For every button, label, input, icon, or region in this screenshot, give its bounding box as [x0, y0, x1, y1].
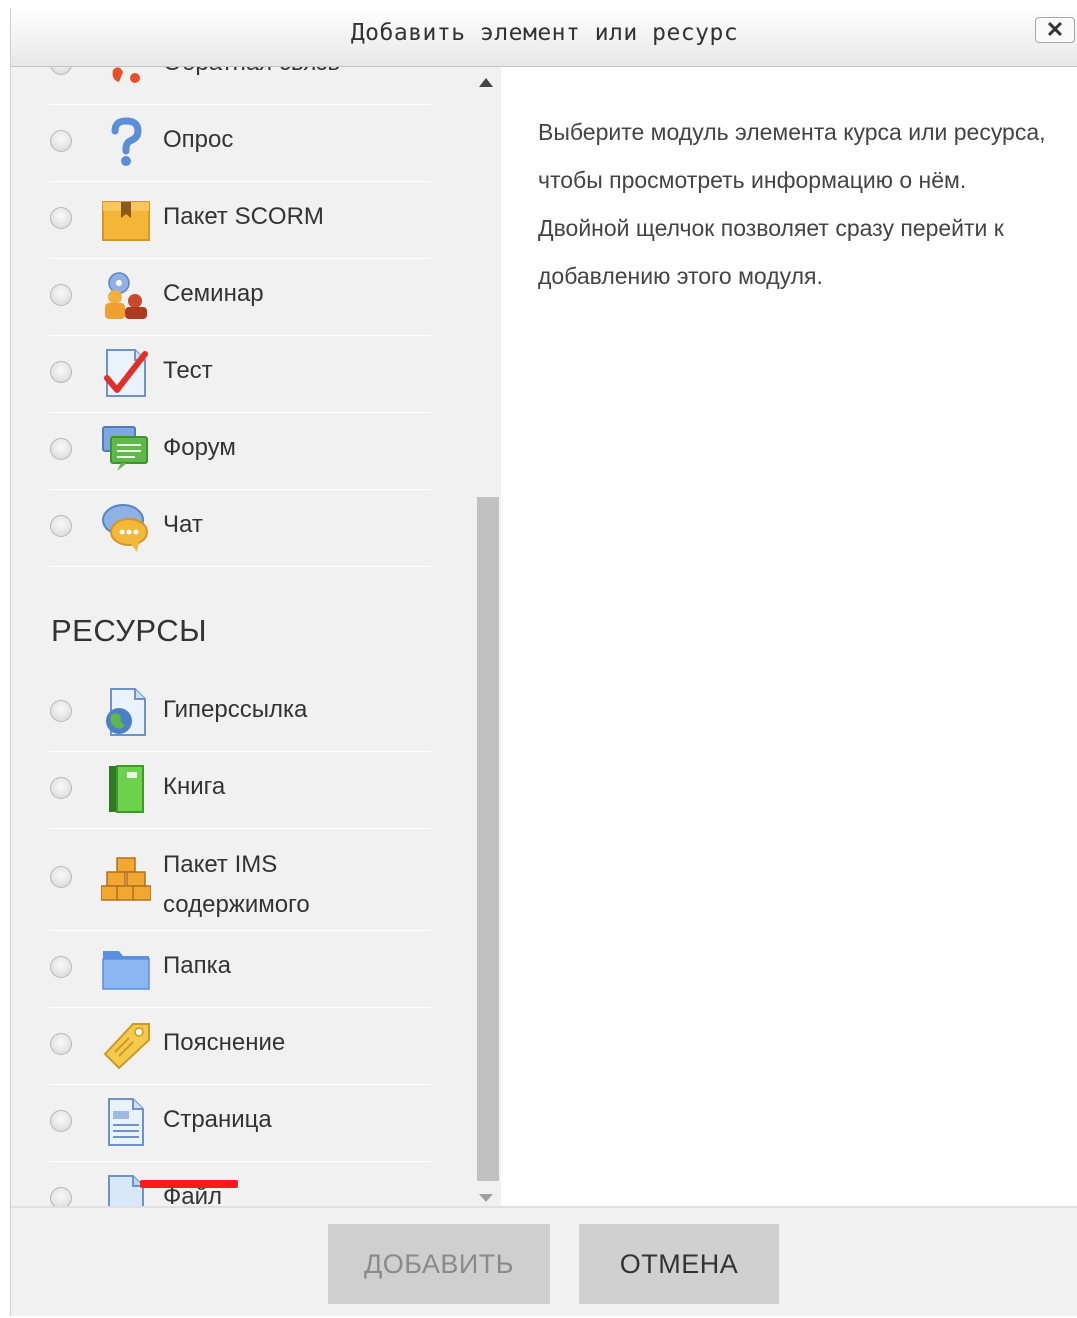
resources-heading-text: РЕСУРСЫ [51, 613, 208, 648]
radio-button[interactable] [50, 1110, 72, 1132]
module-list-pane[interactable]: Обратная связь Опрос Пакет SCORM [11, 66, 501, 1206]
radio-button[interactable] [50, 956, 72, 978]
radio-button[interactable] [50, 207, 72, 229]
scroll-up-arrow-icon[interactable] [479, 78, 493, 87]
radio-button[interactable] [50, 130, 72, 152]
module-label: Тест [163, 357, 213, 384]
ims-package-icon [101, 857, 151, 901]
module-option-book[interactable]: Книга [49, 752, 431, 829]
dialog-title: Добавить элемент или ресурс [350, 20, 739, 46]
scrollbar[interactable] [474, 74, 499, 1206]
module-label: Семинар [163, 280, 264, 307]
radio-button[interactable] [50, 777, 72, 799]
radio-button[interactable] [50, 700, 72, 722]
module-option-chat[interactable]: Чат [49, 490, 431, 567]
question-icon [111, 117, 142, 166]
module-option-choice[interactable]: Опрос [49, 105, 431, 182]
chat-icon [102, 504, 148, 552]
dialog-titlebar: Добавить элемент или ресурс ✕ [11, 8, 1077, 67]
close-button[interactable]: ✕ [1035, 17, 1075, 43]
module-option-scorm[interactable]: Пакет SCORM [49, 182, 431, 259]
module-option-label[interactable]: Пояснение [49, 1008, 431, 1085]
radio-button[interactable] [50, 361, 72, 383]
feedback-icon [112, 67, 140, 83]
module-option-url[interactable]: Гиперссылка [49, 675, 431, 752]
module-label: Гиперссылка [163, 696, 308, 723]
scroll-down-arrow-icon[interactable] [479, 1194, 493, 1202]
module-option-forum[interactable]: Форум [49, 413, 431, 490]
forum-icon [102, 426, 148, 471]
module-label: Страница [163, 1106, 272, 1133]
folder-icon [102, 951, 150, 990]
module-label: Опрос [163, 126, 234, 153]
module-label: Пояснение [163, 1029, 286, 1056]
module-option-file[interactable]: Файл [49, 1162, 431, 1206]
radio-button[interactable] [50, 438, 72, 460]
dialog-footer: ДОБАВИТЬ ОТМЕНА [11, 1206, 1077, 1316]
module-label: Книга [163, 773, 226, 800]
scorm-package-icon [102, 201, 150, 241]
resources-heading: РЕСУРСЫ [51, 567, 481, 675]
module-option-page[interactable]: Страница [49, 1085, 431, 1162]
radio-button[interactable] [50, 1033, 72, 1055]
module-label: Пакет IMS содержимого [163, 851, 310, 918]
url-icon [106, 688, 146, 736]
radio-button[interactable] [50, 284, 72, 306]
annotation-underline [140, 1180, 238, 1188]
add-button[interactable]: ДОБАВИТЬ [328, 1224, 550, 1304]
radio-button[interactable] [50, 866, 72, 888]
add-activity-dialog: Добавить элемент или ресурс ✕ Обратная с… [10, 8, 1077, 1316]
module-option-ims[interactable]: Пакет IMS содержимого [49, 829, 431, 931]
module-option-feedback[interactable]: Обратная связь [49, 66, 431, 105]
module-option-folder[interactable]: Папка [49, 931, 431, 1008]
module-label: Форум [163, 434, 236, 461]
workshop-icon [105, 272, 147, 319]
module-option-quiz[interactable]: Тест [49, 336, 431, 413]
module-option-workshop[interactable]: Семинар [49, 259, 431, 336]
module-label: Обратная связь [163, 66, 340, 78]
page-icon [108, 1098, 144, 1146]
radio-button[interactable] [50, 515, 72, 537]
module-list: Обратная связь Опрос Пакет SCORM [11, 66, 481, 1206]
quiz-icon [104, 349, 148, 397]
radio-button[interactable] [50, 1187, 72, 1206]
module-help-text: Выберите модуль элемента курса или ресур… [538, 119, 1046, 289]
cancel-button[interactable]: ОТМЕНА [579, 1224, 779, 1304]
radio-button[interactable] [50, 66, 72, 75]
module-label: Папка [163, 952, 231, 979]
scrollbar-thumb[interactable] [477, 497, 499, 1181]
module-label: Пакет SCORM [163, 203, 324, 230]
file-icon [108, 1175, 144, 1206]
module-label: Чат [163, 511, 203, 538]
label-icon [103, 1023, 150, 1070]
book-icon [109, 765, 144, 813]
